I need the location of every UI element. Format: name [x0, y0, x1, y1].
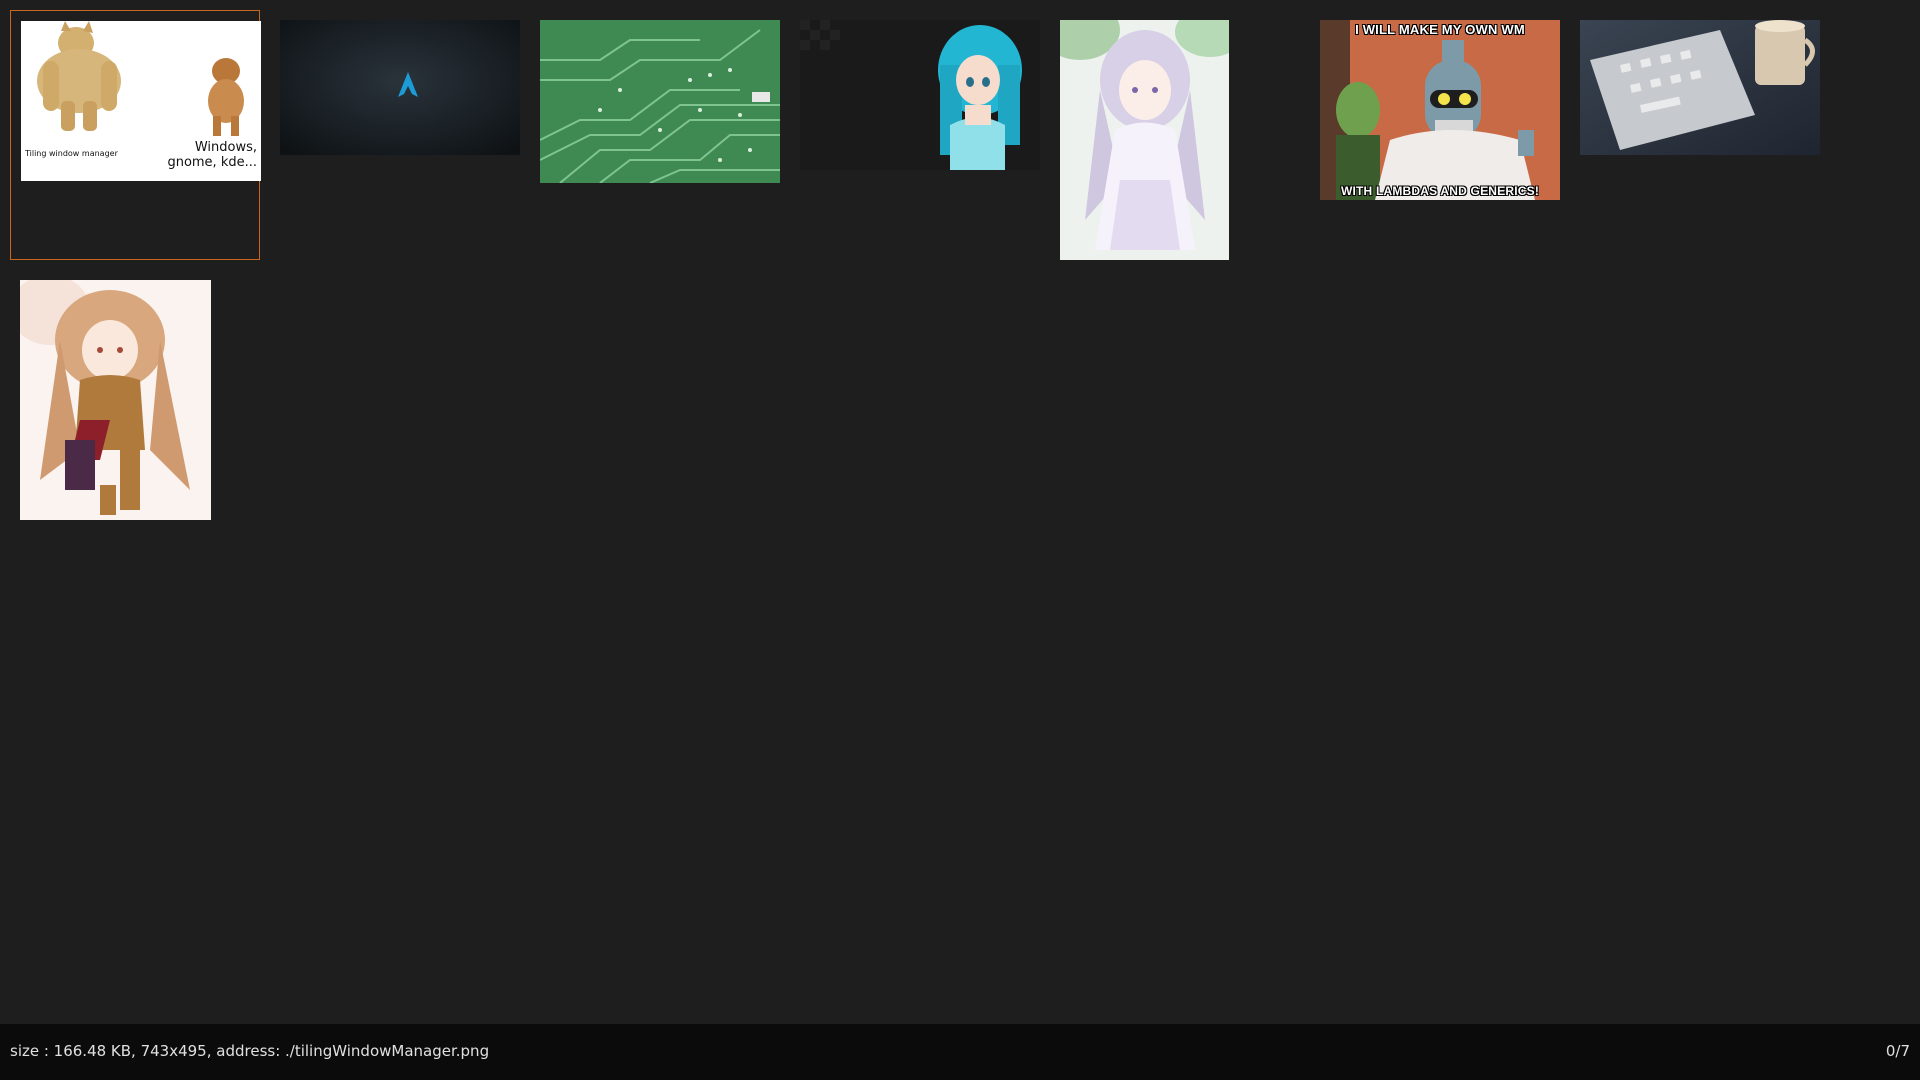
thumbnail-cell-doge-meme[interactable]: Tiling window manager Windows, gnome, kd…	[10, 10, 261, 260]
thumbnail-anime-silver[interactable]	[1060, 20, 1229, 260]
thumbnail-cell-anime-brown[interactable]	[10, 270, 260, 520]
meme-bottom-text: WITH LAMBDAS AND GENERICS!	[1340, 184, 1540, 198]
image-viewer: Tiling window manager Windows, gnome, kd…	[0, 0, 1920, 1080]
thumbnail-cell-circuit-board[interactable]	[530, 10, 780, 260]
thumbnail-cell-dark-logo[interactable]	[270, 10, 520, 260]
thumbnail-cell-anime-silver[interactable]	[1050, 10, 1300, 260]
thumbnail-cell-bender-meme[interactable]: I WILL MAKE MY OWN WM WITH LAMBDAS AND G…	[1310, 10, 1560, 260]
status-image-counter: 0/7	[1885, 1042, 1910, 1060]
thumbnail-anime-brown[interactable]	[20, 280, 211, 520]
status-file-info: size : 166.48 KB, 743x495, address: ./ti…	[10, 1042, 490, 1060]
doge-caption-left: Tiling window manager	[25, 149, 118, 158]
thumbnail-keyboard[interactable]	[1580, 20, 1820, 155]
thumbnail-cell-keyboard[interactable]	[1570, 10, 1820, 260]
thumbnail-dark-logo[interactable]	[280, 20, 520, 155]
status-bar: size : 166.48 KB, 743x495, address: ./ti…	[0, 1024, 1920, 1080]
doge-caption-right: Windows, gnome, kde...	[167, 140, 257, 170]
thumbnail-doge-meme[interactable]: Tiling window manager Windows, gnome, kd…	[21, 21, 261, 181]
thumbnail-circuit-board[interactable]	[540, 20, 780, 183]
thumbnail-anime-teal[interactable]	[800, 20, 1040, 170]
meme-top-text: I WILL MAKE MY OWN WM	[1355, 22, 1525, 37]
thumbnail-cell-anime-teal[interactable]	[790, 10, 1040, 260]
thumbnail-bender-meme[interactable]: I WILL MAKE MY OWN WM WITH LAMBDAS AND G…	[1320, 20, 1560, 200]
